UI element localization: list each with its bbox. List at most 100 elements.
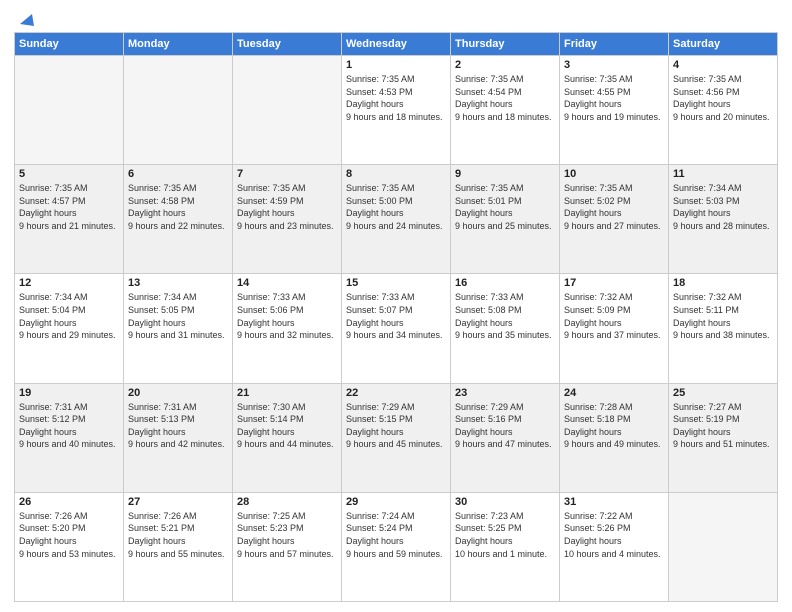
calendar-cell: 30Sunrise: 7:23 AMSunset: 5:25 PMDayligh…	[451, 492, 560, 601]
calendar-cell: 16Sunrise: 7:33 AMSunset: 5:08 PMDayligh…	[451, 274, 560, 383]
calendar-cell	[233, 56, 342, 165]
day-info: Sunrise: 7:33 AMSunset: 5:08 PMDaylight …	[455, 291, 555, 341]
calendar-cell: 6Sunrise: 7:35 AMSunset: 4:58 PMDaylight…	[124, 165, 233, 274]
day-number: 31	[564, 496, 664, 508]
col-header-monday: Monday	[124, 33, 233, 56]
day-number: 15	[346, 277, 446, 289]
calendar-table: SundayMondayTuesdayWednesdayThursdayFrid…	[14, 32, 778, 602]
day-number: 20	[128, 387, 228, 399]
day-info: Sunrise: 7:29 AMSunset: 5:16 PMDaylight …	[455, 401, 555, 451]
day-number: 11	[673, 168, 773, 180]
calendar-cell: 24Sunrise: 7:28 AMSunset: 5:18 PMDayligh…	[560, 383, 669, 492]
col-header-tuesday: Tuesday	[233, 33, 342, 56]
day-info: Sunrise: 7:35 AMSunset: 4:55 PMDaylight …	[564, 73, 664, 123]
calendar-week-row: 12 Sunrise: 7:34 AMSunset: 5:04 PMDayligh…	[15, 274, 778, 383]
calendar-cell: 9Sunrise: 7:35 AMSunset: 5:01 PMDaylight…	[451, 165, 560, 274]
day-info: Sunrise: 7:35 AMSunset: 4:56 PMDaylight …	[673, 73, 773, 123]
day-number: 28	[237, 496, 337, 508]
calendar-cell	[124, 56, 233, 165]
day-info: Sunrise: 7:35 AMSunset: 4:54 PMDaylight …	[455, 73, 555, 123]
day-info: Sunrise: 7:35 AMSunset: 5:00 PMDaylight …	[346, 182, 446, 232]
calendar-cell: 12 Sunrise: 7:34 AMSunset: 5:04 PMDayligh…	[15, 274, 124, 383]
day-number: 6	[128, 168, 228, 180]
day-info: Sunrise: 7:31 AMSunset: 5:12 PMDaylight …	[19, 401, 119, 451]
day-info: Sunrise: 7:35 AMSunset: 5:02 PMDaylight …	[564, 182, 664, 232]
calendar-cell: 29 Sunrise: 7:24 AMSunset: 5:24 PMDayligh…	[342, 492, 451, 601]
calendar-cell: 3 Sunrise: 7:35 AMSunset: 4:55 PMDaylight…	[560, 56, 669, 165]
day-info: Sunrise: 7:35 AMSunset: 4:59 PMDaylight …	[237, 182, 337, 232]
day-info: Sunrise: 7:22 AMSunset: 5:26 PMDaylight …	[564, 510, 664, 560]
day-number: 18	[673, 277, 773, 289]
header: General Blue	[14, 10, 778, 24]
day-number: 26	[19, 496, 119, 508]
day-number: 5	[19, 168, 119, 180]
day-info: Sunrise: 7:33 AMSunset: 5:07 PMDaylight …	[346, 291, 446, 341]
day-number: 12	[19, 277, 119, 289]
calendar-cell: 15 Sunrise: 7:33 AMSunset: 5:07 PMDayligh…	[342, 274, 451, 383]
calendar-week-row: 19 Sunrise: 7:31 AMSunset: 5:12 PMDayligh…	[15, 383, 778, 492]
col-header-sunday: Sunday	[15, 33, 124, 56]
day-info: Sunrise: 7:25 AMSunset: 5:23 PMDaylight …	[237, 510, 337, 560]
day-info: Sunrise: 7:32 AMSunset: 5:11 PMDaylight …	[673, 291, 773, 341]
day-info: Sunrise: 7:24 AMSunset: 5:24 PMDaylight …	[346, 510, 446, 560]
calendar-cell: 20 Sunrise: 7:31 AMSunset: 5:13 PMDayligh…	[124, 383, 233, 492]
calendar-cell: 17 Sunrise: 7:32 AMSunset: 5:09 PMDayligh…	[560, 274, 669, 383]
day-number: 17	[564, 277, 664, 289]
calendar-cell: 14Sunrise: 7:33 AMSunset: 5:06 PMDayligh…	[233, 274, 342, 383]
day-info: Sunrise: 7:34 AMSunset: 5:03 PMDaylight …	[673, 182, 773, 232]
calendar-cell: 22 Sunrise: 7:29 AMSunset: 5:15 PMDayligh…	[342, 383, 451, 492]
col-header-saturday: Saturday	[669, 33, 778, 56]
day-number: 25	[673, 387, 773, 399]
day-number: 30	[455, 496, 555, 508]
calendar-week-row: 5 Sunrise: 7:35 AMSunset: 4:57 PMDaylight…	[15, 165, 778, 274]
day-number: 1	[346, 59, 446, 71]
calendar-cell	[669, 492, 778, 601]
col-header-wednesday: Wednesday	[342, 33, 451, 56]
day-number: 7	[237, 168, 337, 180]
calendar-cell: 23 Sunrise: 7:29 AMSunset: 5:16 PMDayligh…	[451, 383, 560, 492]
day-number: 10	[564, 168, 664, 180]
calendar-cell: 31 Sunrise: 7:22 AMSunset: 5:26 PMDayligh…	[560, 492, 669, 601]
day-number: 27	[128, 496, 228, 508]
day-number: 22	[346, 387, 446, 399]
logo-triangle-icon	[16, 10, 36, 28]
day-info: Sunrise: 7:26 AMSunset: 5:21 PMDaylight …	[128, 510, 228, 560]
day-info: Sunrise: 7:34 AMSunset: 5:04 PMDaylight …	[19, 291, 119, 341]
col-header-thursday: Thursday	[451, 33, 560, 56]
calendar-cell: 10 Sunrise: 7:35 AMSunset: 5:02 PMDayligh…	[560, 165, 669, 274]
calendar-cell: 2 Sunrise: 7:35 AMSunset: 4:54 PMDaylight…	[451, 56, 560, 165]
day-number: 2	[455, 59, 555, 71]
calendar-cell: 21Sunrise: 7:30 AMSunset: 5:14 PMDayligh…	[233, 383, 342, 492]
day-number: 13	[128, 277, 228, 289]
calendar-cell: 4 Sunrise: 7:35 AMSunset: 4:56 PMDaylight…	[669, 56, 778, 165]
calendar-cell: 11 Sunrise: 7:34 AMSunset: 5:03 PMDayligh…	[669, 165, 778, 274]
day-info: Sunrise: 7:33 AMSunset: 5:06 PMDaylight …	[237, 291, 337, 341]
day-info: Sunrise: 7:31 AMSunset: 5:13 PMDaylight …	[128, 401, 228, 451]
day-info: Sunrise: 7:32 AMSunset: 5:09 PMDaylight …	[564, 291, 664, 341]
day-info: Sunrise: 7:30 AMSunset: 5:14 PMDaylight …	[237, 401, 337, 451]
calendar-cell: 26 Sunrise: 7:26 AMSunset: 5:20 PMDayligh…	[15, 492, 124, 601]
day-info: Sunrise: 7:29 AMSunset: 5:15 PMDaylight …	[346, 401, 446, 451]
calendar-cell: 28 Sunrise: 7:25 AMSunset: 5:23 PMDayligh…	[233, 492, 342, 601]
page: General Blue SundayMondayTuesdayWednesda…	[0, 0, 792, 612]
logo-wordmark	[14, 10, 36, 24]
day-info: Sunrise: 7:35 AMSunset: 4:53 PMDaylight …	[346, 73, 446, 123]
day-info: Sunrise: 7:35 AMSunset: 4:57 PMDaylight …	[19, 182, 119, 232]
calendar-header-row: SundayMondayTuesdayWednesdayThursdayFrid…	[15, 33, 778, 56]
day-info: Sunrise: 7:35 AMSunset: 5:01 PMDaylight …	[455, 182, 555, 232]
day-info: Sunrise: 7:27 AMSunset: 5:19 PMDaylight …	[673, 401, 773, 451]
day-info: Sunrise: 7:28 AMSunset: 5:18 PMDaylight …	[564, 401, 664, 451]
day-info: Sunrise: 7:34 AMSunset: 5:05 PMDaylight …	[128, 291, 228, 341]
calendar-cell: 19 Sunrise: 7:31 AMSunset: 5:12 PMDayligh…	[15, 383, 124, 492]
day-info: Sunrise: 7:26 AMSunset: 5:20 PMDaylight …	[19, 510, 119, 560]
calendar-cell: 27 Sunrise: 7:26 AMSunset: 5:21 PMDayligh…	[124, 492, 233, 601]
calendar-cell: 18 Sunrise: 7:32 AMSunset: 5:11 PMDayligh…	[669, 274, 778, 383]
day-number: 4	[673, 59, 773, 71]
calendar-week-row: 26 Sunrise: 7:26 AMSunset: 5:20 PMDayligh…	[15, 492, 778, 601]
day-number: 3	[564, 59, 664, 71]
day-number: 29	[346, 496, 446, 508]
calendar-cell: 7 Sunrise: 7:35 AMSunset: 4:59 PMDaylight…	[233, 165, 342, 274]
day-number: 19	[19, 387, 119, 399]
calendar-cell: 1 Sunrise: 7:35 AMSunset: 4:53 PMDaylight…	[342, 56, 451, 165]
day-number: 23	[455, 387, 555, 399]
